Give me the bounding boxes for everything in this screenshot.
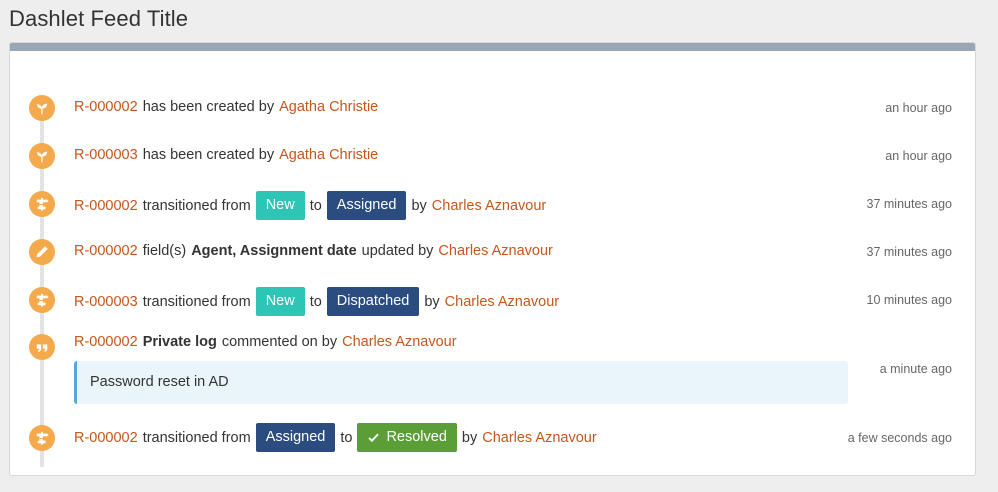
entry-text-by: by <box>461 429 478 446</box>
entry-text: has been created by <box>142 99 275 115</box>
status-badge-new: New <box>255 287 305 316</box>
status-badge-resolved: Resolved <box>357 423 457 452</box>
sprout-icon <box>29 95 55 121</box>
feed-entry-line: R-000002 transitioned from New to Assign… <box>74 191 855 220</box>
signpost-icon <box>29 287 55 313</box>
ticket-ref-link[interactable]: R-000002 <box>74 430 138 446</box>
ticket-ref-link[interactable]: R-000003 <box>74 294 138 310</box>
activity-feed-panel: R-000002 has been created by Agatha Chri… <box>9 42 976 476</box>
updated-fields: Agent, Assignment date <box>191 243 357 259</box>
ticket-ref-link[interactable]: R-000002 <box>74 99 138 115</box>
feed-entry-line: R-000002 Private log commented on by Cha… <box>74 334 855 350</box>
pencil-icon <box>29 239 55 265</box>
feed-entry-line: R-000002 field(s) Agent, Assignment date… <box>74 243 855 259</box>
status-badge-new: New <box>255 191 305 220</box>
entry-timestamp: 37 minutes ago <box>866 245 952 259</box>
entry-text-2: updated by <box>361 243 434 259</box>
entry-timestamp: an hour ago <box>885 101 952 115</box>
entry-text: transitioned from <box>142 197 251 214</box>
user-link[interactable]: Charles Aznavour <box>342 334 456 350</box>
user-link[interactable]: Agatha Christie <box>279 99 378 115</box>
status-badge-dispatched: Dispatched <box>326 287 420 316</box>
comment-quote: Password reset in AD <box>74 361 848 404</box>
entry-timestamp: 10 minutes ago <box>866 293 952 307</box>
entry-text: field(s) <box>142 243 187 259</box>
entry-timestamp: a few seconds ago <box>847 431 952 445</box>
entry-text-to: to <box>309 197 322 214</box>
feed-entry-line: R-000003 transitioned from New to Dispat… <box>74 287 855 316</box>
user-link[interactable]: Charles Aznavour <box>432 198 546 214</box>
entry-text: transitioned from <box>142 429 251 446</box>
ticket-ref-link[interactable]: R-000002 <box>74 198 138 214</box>
feed-entry-line: R-000002 has been created by Agatha Chri… <box>74 99 855 115</box>
ticket-ref-link[interactable]: R-000002 <box>74 334 138 350</box>
entry-timestamp: an hour ago <box>885 149 952 163</box>
feed-entry-line: R-000003 has been created by Agatha Chri… <box>74 147 855 163</box>
log-name: Private log <box>142 334 217 350</box>
entry-text-by: by <box>411 197 427 214</box>
panel-header-bar <box>10 43 975 51</box>
entry-text-by: by <box>424 293 440 310</box>
signpost-icon <box>29 425 55 451</box>
entry-text-to: to <box>309 293 322 310</box>
entry-timestamp: a minute ago <box>879 362 952 376</box>
feed-entry-line: R-000002 transitioned from Assigned to R… <box>74 423 855 452</box>
user-link[interactable]: Charles Aznavour <box>482 430 596 446</box>
status-badge-resolved-label: Resolved <box>386 429 447 445</box>
signpost-icon <box>29 191 55 217</box>
entry-timestamp: 37 minutes ago <box>866 197 952 211</box>
entry-text: has been created by <box>142 147 275 163</box>
status-badge-assigned: Assigned <box>326 191 407 220</box>
entry-text: transitioned from <box>142 293 251 310</box>
sprout-icon <box>29 143 55 169</box>
checkmark-icon <box>368 433 380 443</box>
ticket-ref-link[interactable]: R-000002 <box>74 243 138 259</box>
user-link[interactable]: Charles Aznavour <box>445 294 559 310</box>
entry-text: commented on by <box>221 334 338 350</box>
user-link[interactable]: Charles Aznavour <box>438 243 552 259</box>
ticket-ref-link[interactable]: R-000003 <box>74 147 138 163</box>
quote-icon <box>29 334 55 360</box>
dashlet-title: Dashlet Feed Title <box>9 6 189 31</box>
entry-text-to: to <box>340 429 353 446</box>
user-link[interactable]: Agatha Christie <box>279 147 378 163</box>
status-badge-assigned: Assigned <box>255 423 336 452</box>
